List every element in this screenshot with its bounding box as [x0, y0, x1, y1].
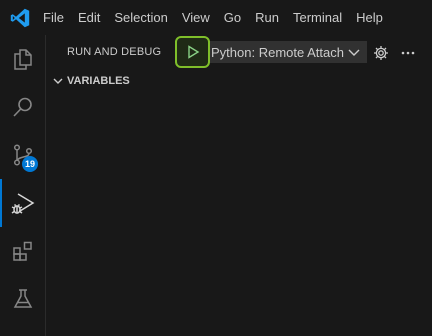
activity-run-debug[interactable] [0, 179, 46, 227]
start-debugging-button[interactable] [175, 36, 210, 68]
ellipsis-icon [401, 51, 415, 55]
activity-search[interactable] [0, 83, 46, 131]
vscode-logo-icon [7, 0, 33, 35]
menu-file[interactable]: File [36, 0, 71, 35]
menu-view[interactable]: View [175, 0, 217, 35]
panel-header: RUN AND DEBUG Python: Remote Attach [46, 35, 432, 70]
activity-testing[interactable] [0, 275, 46, 323]
launch-configuration-select[interactable]: Python: Remote Attach [209, 41, 367, 63]
flask-icon [13, 289, 33, 308]
chevron-down-icon [51, 74, 65, 88]
activity-explorer[interactable] [0, 35, 46, 83]
menu-edit[interactable]: Edit [71, 0, 107, 35]
extensions-icon [13, 241, 32, 261]
run-debug-view: RUN AND DEBUG Python: Remote Attach VARI… [46, 35, 432, 336]
menu-selection[interactable]: Selection [107, 0, 174, 35]
search-icon [13, 97, 32, 117]
launch-configuration-value: Python: Remote Attach [211, 44, 344, 60]
chevron-down-icon [348, 49, 360, 56]
files-icon [14, 49, 32, 70]
play-icon [187, 45, 199, 59]
gear-icon [374, 46, 388, 60]
menu-help[interactable]: Help [349, 0, 390, 35]
menu-terminal[interactable]: Terminal [286, 0, 349, 35]
menu-go[interactable]: Go [217, 0, 248, 35]
title-bar: File Edit Selection View Go Run Terminal… [0, 0, 432, 35]
variables-section-title: VARIABLES [67, 75, 130, 87]
source-control-badge: 19 [22, 156, 38, 172]
activity-bar: 19 [0, 35, 46, 336]
variables-section-header[interactable]: VARIABLES [46, 70, 432, 92]
open-launch-json-button[interactable] [372, 44, 390, 62]
more-actions-button[interactable] [399, 44, 417, 62]
menu-bar: File Edit Selection View Go Run Terminal… [36, 0, 390, 35]
vscode-window: File Edit Selection View Go Run Terminal… [0, 0, 432, 336]
panel-title: RUN AND DEBUG [67, 46, 162, 58]
menu-run[interactable]: Run [248, 0, 286, 35]
activity-source-control[interactable]: 19 [0, 131, 46, 179]
activity-extensions[interactable] [0, 227, 46, 275]
run-debug-icon [11, 193, 35, 214]
